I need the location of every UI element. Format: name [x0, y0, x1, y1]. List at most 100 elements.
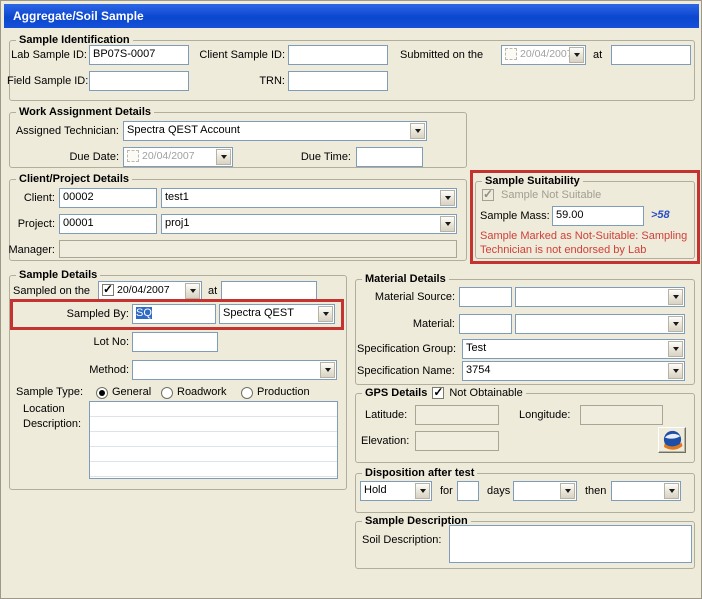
- method-label: Method:: [79, 364, 129, 377]
- method-combo[interactable]: [132, 360, 337, 380]
- dropdown-arrow-icon[interactable]: [440, 216, 455, 232]
- window-titlebar[interactable]: Aggregate/Soil Sample: [4, 4, 699, 28]
- due-date-value: 20/04/2007: [142, 150, 195, 162]
- material-details-title: Material Details: [362, 273, 449, 285]
- material-combo[interactable]: [515, 314, 685, 334]
- aggregate-soil-sample-dialog: Aggregate/Soil Sample Sample Identificat…: [0, 0, 702, 599]
- sample-type-radio-roadwork[interactable]: [161, 387, 173, 399]
- due-date-label: Due Date:: [61, 151, 119, 164]
- dropdown-arrow-icon[interactable]: [320, 362, 335, 378]
- due-time-input[interactable]: [356, 147, 423, 167]
- gps-details-legend: GPS Details Not Obtainable: [362, 387, 526, 399]
- specification-group-combo[interactable]: Test: [462, 339, 685, 359]
- lab-sample-id-input[interactable]: BP07S-0007: [89, 45, 189, 65]
- submitted-on-label: Submitted on the: [400, 49, 483, 62]
- project-label: Project:: [7, 218, 55, 231]
- sample-type-radio-production[interactable]: [241, 387, 253, 399]
- specification-name-label: Specification Name:: [357, 365, 455, 378]
- field-sample-id-label: Field Sample ID:: [7, 75, 87, 88]
- sample-type-radio-general[interactable]: [96, 387, 108, 399]
- dropdown-arrow-icon[interactable]: [668, 341, 683, 357]
- dropdown-arrow-icon[interactable]: [410, 123, 425, 139]
- submitted-time-input[interactable]: [611, 45, 691, 65]
- not-obtainable-checkbox[interactable]: [432, 387, 444, 399]
- sample-mass-hint: >58: [651, 209, 670, 221]
- dropdown-arrow-icon[interactable]: [560, 483, 575, 499]
- submitted-date-checkbox[interactable]: [505, 48, 517, 60]
- client-sample-id-input[interactable]: [288, 45, 388, 65]
- client-code-input[interactable]: 00002: [59, 188, 157, 208]
- work-assignment-title: Work Assignment Details: [16, 106, 154, 118]
- client-project-title: Client/Project Details: [16, 173, 132, 185]
- disposition-then-combo[interactable]: [611, 481, 681, 501]
- sample-mass-input[interactable]: 59.00: [552, 206, 644, 226]
- sampled-by-name-combo[interactable]: Spectra QEST: [219, 304, 335, 324]
- dropdown-arrow-icon[interactable]: [569, 47, 584, 63]
- sampled-at-label: at: [208, 285, 217, 298]
- sample-mass-label: Sample Mass:: [480, 210, 550, 223]
- sampled-time-input[interactable]: [221, 281, 317, 301]
- sample-type-option-production[interactable]: Production: [257, 386, 310, 399]
- submitted-at-label: at: [593, 49, 602, 62]
- dropdown-arrow-icon[interactable]: [216, 149, 231, 165]
- disposition-then-label: then: [585, 485, 606, 498]
- due-date-combo[interactable]: 20/04/2007: [123, 147, 233, 167]
- material-source-code-input[interactable]: [459, 287, 512, 307]
- sample-type-option-roadwork[interactable]: Roadwork: [177, 386, 227, 399]
- project-code-input[interactable]: 00001: [59, 214, 157, 234]
- sample-not-suitable-checkbox: [482, 189, 494, 201]
- elevation-label: Elevation:: [361, 435, 409, 448]
- longitude-label: Longitude:: [519, 409, 570, 422]
- dropdown-arrow-icon[interactable]: [664, 483, 679, 499]
- material-source-label: Material Source:: [370, 291, 455, 304]
- latitude-label: Latitude:: [365, 409, 407, 422]
- manager-label: Manager:: [5, 244, 55, 257]
- sample-not-suitable-label: Sample Not Suitable: [501, 189, 601, 202]
- dropdown-arrow-icon[interactable]: [668, 363, 683, 379]
- field-sample-id-input[interactable]: [89, 71, 189, 91]
- latitude-field: [415, 405, 499, 425]
- location-description-label-line2: Description:: [23, 418, 81, 431]
- google-earth-button[interactable]: [658, 427, 686, 453]
- location-description-label-line1: Location: [23, 403, 65, 416]
- sampled-by-code-input[interactable]: SQ: [132, 304, 216, 324]
- client-name-combo[interactable]: test1: [161, 188, 457, 208]
- assigned-technician-combo[interactable]: Spectra QEST Account: [123, 121, 427, 141]
- specification-name-combo[interactable]: 3754: [462, 361, 685, 381]
- lot-no-input[interactable]: [132, 332, 218, 352]
- material-source-combo[interactable]: [515, 287, 685, 307]
- disposition-for-label: for: [440, 485, 453, 498]
- disposition-days-input[interactable]: [457, 481, 479, 501]
- sampled-on-date-combo[interactable]: 20/04/2007: [98, 281, 202, 301]
- assigned-technician-label: Assigned Technician:: [7, 125, 119, 138]
- location-description-grid[interactable]: [89, 401, 338, 479]
- disposition-title: Disposition after test: [362, 467, 477, 479]
- specification-group-value: Test: [466, 342, 486, 354]
- sampled-by-code-selected-text: SQ: [136, 307, 152, 319]
- submitted-date-combo[interactable]: 20/04/2007: [501, 45, 586, 65]
- lab-sample-id-label: Lab Sample ID:: [7, 49, 87, 62]
- project-name-combo[interactable]: proj1: [161, 214, 457, 234]
- dropdown-arrow-icon[interactable]: [668, 316, 683, 332]
- dropdown-arrow-icon[interactable]: [440, 190, 455, 206]
- sampled-by-label: Sampled By:: [49, 308, 129, 321]
- due-date-checkbox[interactable]: [127, 150, 139, 162]
- sample-type-option-general[interactable]: General: [112, 386, 151, 399]
- dropdown-arrow-icon[interactable]: [185, 283, 200, 299]
- specification-name-value: 3754: [466, 364, 490, 376]
- not-obtainable-label: Not Obtainable: [449, 387, 522, 399]
- project-name-value: proj1: [165, 217, 189, 229]
- globe-icon: [662, 430, 683, 451]
- sample-details-title: Sample Details: [16, 269, 100, 281]
- dropdown-arrow-icon[interactable]: [318, 306, 333, 322]
- material-label: Material:: [370, 318, 455, 331]
- dropdown-arrow-icon[interactable]: [668, 289, 683, 305]
- disposition-days-combo[interactable]: [513, 481, 577, 501]
- disposition-action-combo[interactable]: Hold: [360, 481, 432, 501]
- soil-description-textarea[interactable]: [449, 525, 692, 563]
- dropdown-arrow-icon[interactable]: [415, 483, 430, 499]
- trn-input[interactable]: [288, 71, 388, 91]
- suitability-warning-text: Sample Marked as Not-Suitable: Sampling …: [480, 229, 692, 257]
- material-code-input[interactable]: [459, 314, 512, 334]
- sampled-on-checkbox[interactable]: [102, 284, 114, 296]
